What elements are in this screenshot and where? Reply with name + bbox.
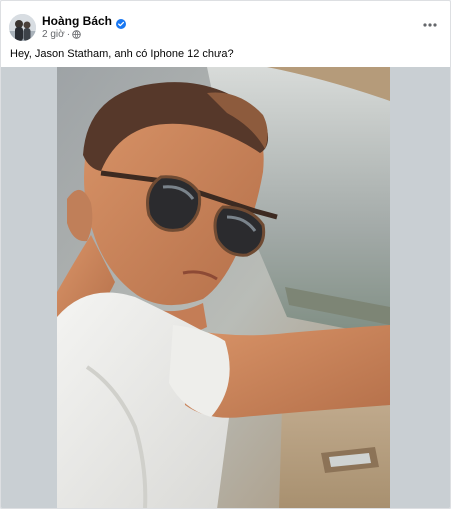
- post-media-container: [1, 67, 450, 508]
- post-photo[interactable]: [57, 67, 390, 508]
- avatar-image: [9, 14, 36, 41]
- author-line: Hoàng Bách: [42, 14, 127, 29]
- post-card: Hoàng Bách 2 giờ · Hey, Jason Statham, a…: [0, 0, 451, 509]
- author-name[interactable]: Hoàng Bách: [42, 14, 112, 28]
- post-timestamp[interactable]: 2 giờ: [42, 29, 65, 40]
- post-header: Hoàng Bách 2 giờ ·: [1, 1, 450, 41]
- more-options-icon[interactable]: [420, 18, 440, 32]
- globe-icon[interactable]: [72, 30, 81, 39]
- photo-image: [57, 67, 390, 508]
- verified-badge-icon: [116, 16, 127, 29]
- meta-separator: ·: [66, 29, 71, 40]
- post-meta: 2 giờ ·: [42, 29, 81, 40]
- author-avatar[interactable]: [9, 14, 36, 41]
- post-caption: Hey, Jason Statham, anh có Iphone 12 chư…: [10, 48, 234, 60]
